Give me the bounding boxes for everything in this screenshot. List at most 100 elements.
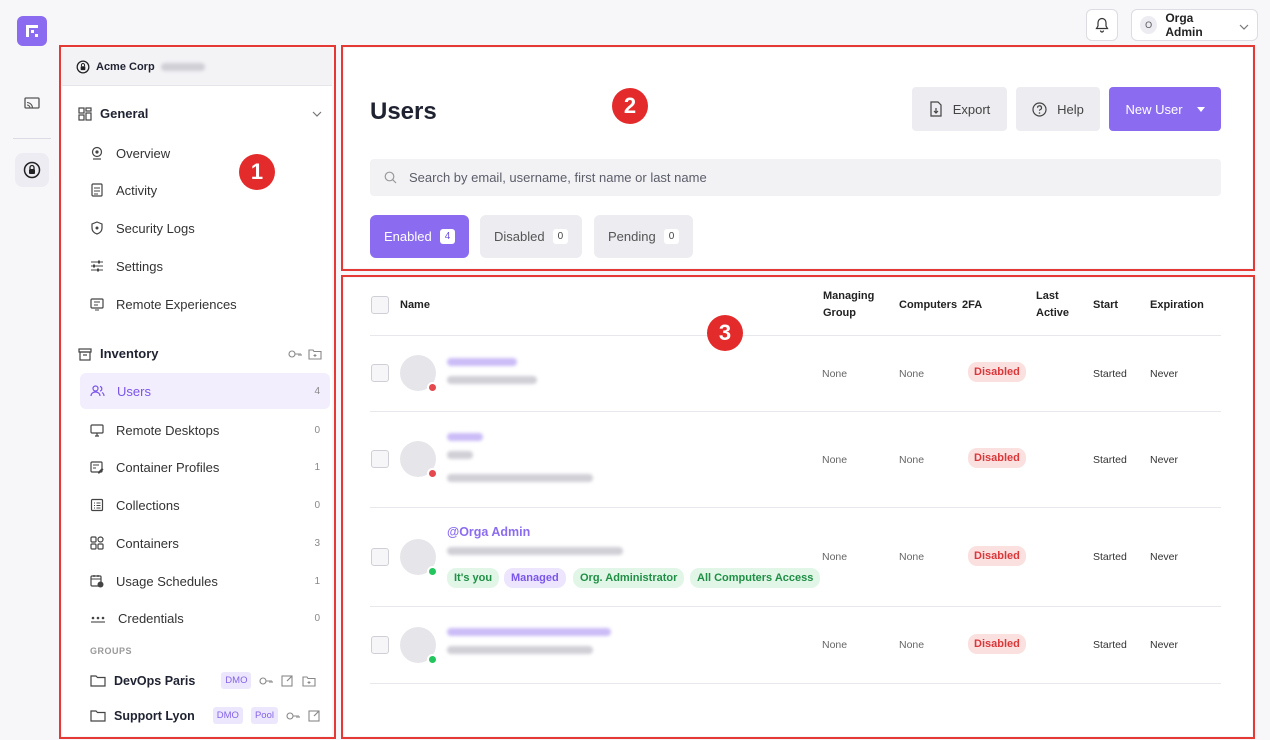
tab-count: 4 <box>439 229 456 244</box>
new-user-button[interactable]: New User <box>1109 87 1221 131</box>
shield-icon <box>90 221 104 235</box>
tab-enabled[interactable]: Enabled 4 <box>370 215 470 258</box>
tab-label: Enabled <box>384 229 432 244</box>
row-checkbox[interactable] <box>371 636 389 654</box>
key-icon[interactable] <box>259 676 274 686</box>
help-label: Help <box>1057 101 1084 117</box>
item-count: 0 <box>314 612 320 624</box>
sidebar-item-containers[interactable]: Containers 3 <box>80 525 330 561</box>
col-expiration[interactable]: Expiration <box>1150 297 1204 314</box>
export-button[interactable]: Export <box>912 87 1007 131</box>
managing-group: None <box>822 454 848 466</box>
tag-org-administrator: Org. Administrator <box>573 568 685 588</box>
group-label: Support Lyon <box>114 708 195 723</box>
user-name: Orga Admin <box>1165 11 1203 39</box>
section-general[interactable]: General <box>78 106 322 121</box>
redacted-text <box>447 628 611 636</box>
key-icon[interactable] <box>288 349 302 359</box>
lock-icon <box>76 60 90 74</box>
group-devops-paris[interactable]: DevOps Paris DMO <box>90 672 330 689</box>
tab-label: Pending <box>608 229 656 244</box>
search-icon <box>384 171 397 184</box>
notifications-button[interactable] <box>1086 9 1118 41</box>
avatar <box>400 539 438 577</box>
col-name[interactable]: Name <box>400 297 430 314</box>
sidebar-item-credentials[interactable]: Credentials 0 <box>80 600 330 636</box>
section-inventory-label: Inventory <box>100 346 159 361</box>
caret-down-icon <box>1196 106 1205 112</box>
group-tag: DMO <box>212 707 243 724</box>
sidebar-item-remote-desktops[interactable]: Remote Desktops 0 <box>80 412 330 448</box>
computers: None <box>899 368 925 380</box>
help-button[interactable]: Help <box>1016 87 1100 131</box>
tab-pending[interactable]: Pending 0 <box>594 215 694 258</box>
sidebar-item-remote-experiences[interactable]: Remote Experiences <box>80 286 330 322</box>
sidebar-item-label: Settings <box>116 258 163 274</box>
col-computers[interactable]: Computers <box>899 297 957 314</box>
annotation-badge-1: 1 <box>239 154 275 190</box>
username[interactable]: @Orga Admin <box>447 525 530 539</box>
sidebar-item-usage-schedules[interactable]: Usage Schedules 1 <box>80 563 330 599</box>
app-logo[interactable] <box>17 16 47 46</box>
col-start[interactable]: Start <box>1093 297 1118 314</box>
group-label: DevOps Paris <box>114 673 196 688</box>
users-icon <box>90 384 105 398</box>
redacted-text <box>447 433 483 441</box>
tab-disabled[interactable]: Disabled 0 <box>480 215 583 258</box>
cast-icon[interactable] <box>15 87 49 121</box>
overview-icon <box>90 146 104 160</box>
sidebar-item-container-profiles[interactable]: Container Profiles 1 <box>80 449 330 485</box>
expiration: Never <box>1150 639 1179 651</box>
redacted-text <box>160 62 205 71</box>
sidebar-item-label: Users <box>117 383 151 399</box>
edit-icon[interactable] <box>281 674 294 687</box>
folder-icon <box>90 709 106 722</box>
col-managing-group[interactable]: Managing Group <box>823 288 874 322</box>
sidebar-item-label: Remote Experiences <box>116 296 237 312</box>
section-inventory[interactable]: Inventory <box>78 346 322 361</box>
org-name: Acme Corp <box>96 60 155 73</box>
sidebar-item-label: Remote Desktops <box>116 422 220 438</box>
sidebar-item-security-logs[interactable]: Security Logs <box>80 210 330 246</box>
rail-divider <box>13 138 51 139</box>
status-badge: Disabled <box>968 546 1026 566</box>
search-input[interactable] <box>409 170 1109 185</box>
row-checkbox[interactable] <box>371 450 389 468</box>
sidebar-item-settings[interactable]: Settings <box>80 248 330 284</box>
org-switcher[interactable]: Acme Corp <box>62 48 332 86</box>
divider <box>370 335 1221 336</box>
group-support-lyon[interactable]: Support Lyon DMO Pool <box>90 707 330 724</box>
sidebar-item-label: Usage Schedules <box>116 573 218 589</box>
profile-edit-icon <box>90 460 104 474</box>
expiration: Never <box>1150 368 1179 380</box>
avatar <box>400 441 438 479</box>
page-title: Users <box>370 98 437 125</box>
col-2fa[interactable]: 2FA <box>962 297 982 314</box>
col-last-active[interactable]: Last Active <box>1036 288 1069 322</box>
sidebar-item-activity[interactable]: Activity <box>80 172 330 208</box>
key-icon[interactable] <box>286 711 300 721</box>
computers: None <box>899 454 925 466</box>
tab-label: Disabled <box>494 229 545 244</box>
sidebar-item-overview[interactable]: Overview <box>80 135 330 171</box>
folder-add-icon[interactable] <box>308 348 322 360</box>
edit-icon[interactable] <box>308 709 321 722</box>
item-count: 1 <box>314 461 320 473</box>
user-menu-button[interactable]: O Orga Admin <box>1131 9 1258 41</box>
sidebar-item-users[interactable]: Users 4 <box>80 373 330 409</box>
row-checkbox[interactable] <box>371 364 389 382</box>
activity-icon <box>90 183 104 197</box>
row-checkbox[interactable] <box>371 548 389 566</box>
item-count: 4 <box>314 385 320 397</box>
chevron-down-icon <box>1239 18 1249 33</box>
sidebar-item-collections[interactable]: Collections 0 <box>80 487 330 523</box>
sidebar-item-label: Container Profiles <box>116 459 220 475</box>
folder-add-icon[interactable] <box>302 675 317 687</box>
expiration: Never <box>1150 551 1179 563</box>
lock-icon[interactable] <box>15 153 49 187</box>
avatar <box>400 627 438 665</box>
search-bar[interactable] <box>370 159 1221 196</box>
start: Started <box>1093 551 1127 563</box>
select-all-checkbox[interactable] <box>371 296 389 314</box>
remote-experiences-icon <box>90 297 104 311</box>
